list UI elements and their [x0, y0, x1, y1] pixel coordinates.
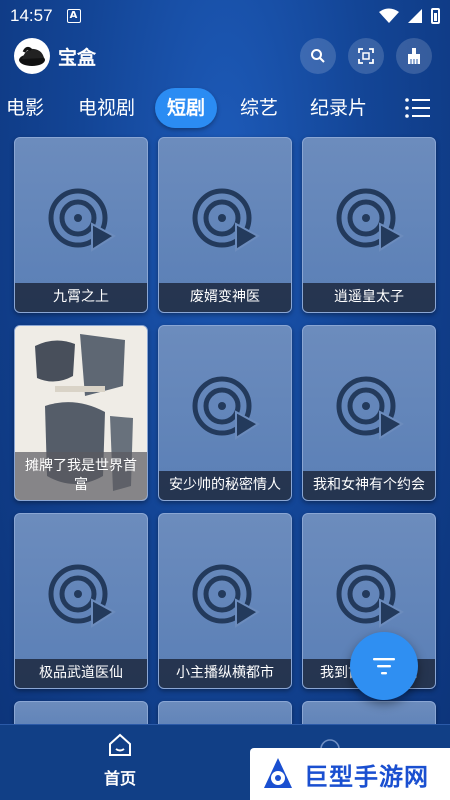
- card-title: 小主播纵横都市: [159, 659, 291, 688]
- drama-card[interactable]: 摊牌了我是世界首富: [14, 325, 148, 501]
- play-disc-icon: [192, 376, 260, 440]
- search-button[interactable]: [300, 38, 336, 74]
- play-disc-icon: [48, 188, 116, 252]
- broom-icon: [408, 48, 420, 64]
- scan-icon: [358, 48, 374, 64]
- tab-variety[interactable]: 综艺: [240, 88, 278, 128]
- card-title: 我和女神有个约会: [303, 471, 435, 500]
- play-disc-icon: [48, 564, 116, 628]
- nav-home-label: 首页: [103, 769, 136, 788]
- signal-icon: [408, 9, 422, 23]
- drama-card[interactable]: 逍遥皇太子: [302, 137, 436, 313]
- card-title: 废婿变神医: [159, 283, 291, 312]
- card-title: 安少帅的秘密情人: [159, 471, 291, 500]
- tab-movie[interactable]: 电影: [6, 88, 44, 128]
- drama-card[interactable]: 极品武道医仙: [14, 513, 148, 689]
- scan-button[interactable]: [348, 38, 384, 74]
- tab-short-drama[interactable]: 短剧: [155, 88, 218, 128]
- app-title: 宝盒: [58, 47, 97, 69]
- card-title: 逍遥皇太子: [303, 283, 435, 312]
- play-disc-icon: [336, 188, 404, 252]
- play-disc-icon: [336, 376, 404, 440]
- app-screen: 14:57 A 宝盒 电影 电视剧 短剧 综艺 纪录片 九霄之上 废婿变神医 逍…: [0, 0, 450, 800]
- category-menu-icon[interactable]: [404, 96, 432, 120]
- drama-card[interactable]: 我和女神有个约会: [302, 325, 436, 501]
- status-bar: 14:57 A: [0, 0, 450, 32]
- tab-tv-series[interactable]: 电视剧: [78, 88, 135, 128]
- battery-icon: [431, 8, 440, 24]
- card-title: 摊牌了我是世界首富: [15, 452, 147, 500]
- play-disc-icon: [336, 564, 404, 628]
- card-title: 极品武道医仙: [15, 659, 147, 688]
- filter-icon: [373, 658, 395, 675]
- watermark-logo-icon: [264, 758, 292, 788]
- drama-card[interactable]: 安少帅的秘密情人: [158, 325, 292, 501]
- play-disc-icon: [192, 188, 260, 252]
- filter-button[interactable]: [350, 632, 418, 700]
- card-title: 九霄之上: [15, 283, 147, 312]
- drama-card[interactable]: 废婿变神医: [158, 137, 292, 313]
- avatar[interactable]: [14, 38, 50, 74]
- watermark: 巨型手游网: [250, 748, 450, 800]
- clear-button[interactable]: [396, 38, 432, 74]
- app-bar: 宝盒: [0, 36, 450, 76]
- watermark-text: 巨型手游网: [304, 762, 429, 791]
- nav-home[interactable]: 首页: [90, 733, 150, 789]
- wifi-icon: [379, 8, 399, 23]
- status-icons: [379, 8, 440, 24]
- drama-card[interactable]: 九霄之上: [14, 137, 148, 313]
- search-icon: [311, 49, 325, 63]
- tab-documentary[interactable]: 纪录片: [310, 88, 367, 128]
- category-tabs: 电影 电视剧 短剧 综艺 纪录片: [0, 88, 450, 128]
- play-disc-icon: [192, 564, 260, 628]
- a-notification-icon: A: [66, 9, 81, 23]
- drama-card[interactable]: 小主播纵横都市: [158, 513, 292, 689]
- logo-icon: [19, 46, 45, 66]
- status-time: 14:57: [10, 6, 53, 25]
- home-icon: [109, 733, 131, 756]
